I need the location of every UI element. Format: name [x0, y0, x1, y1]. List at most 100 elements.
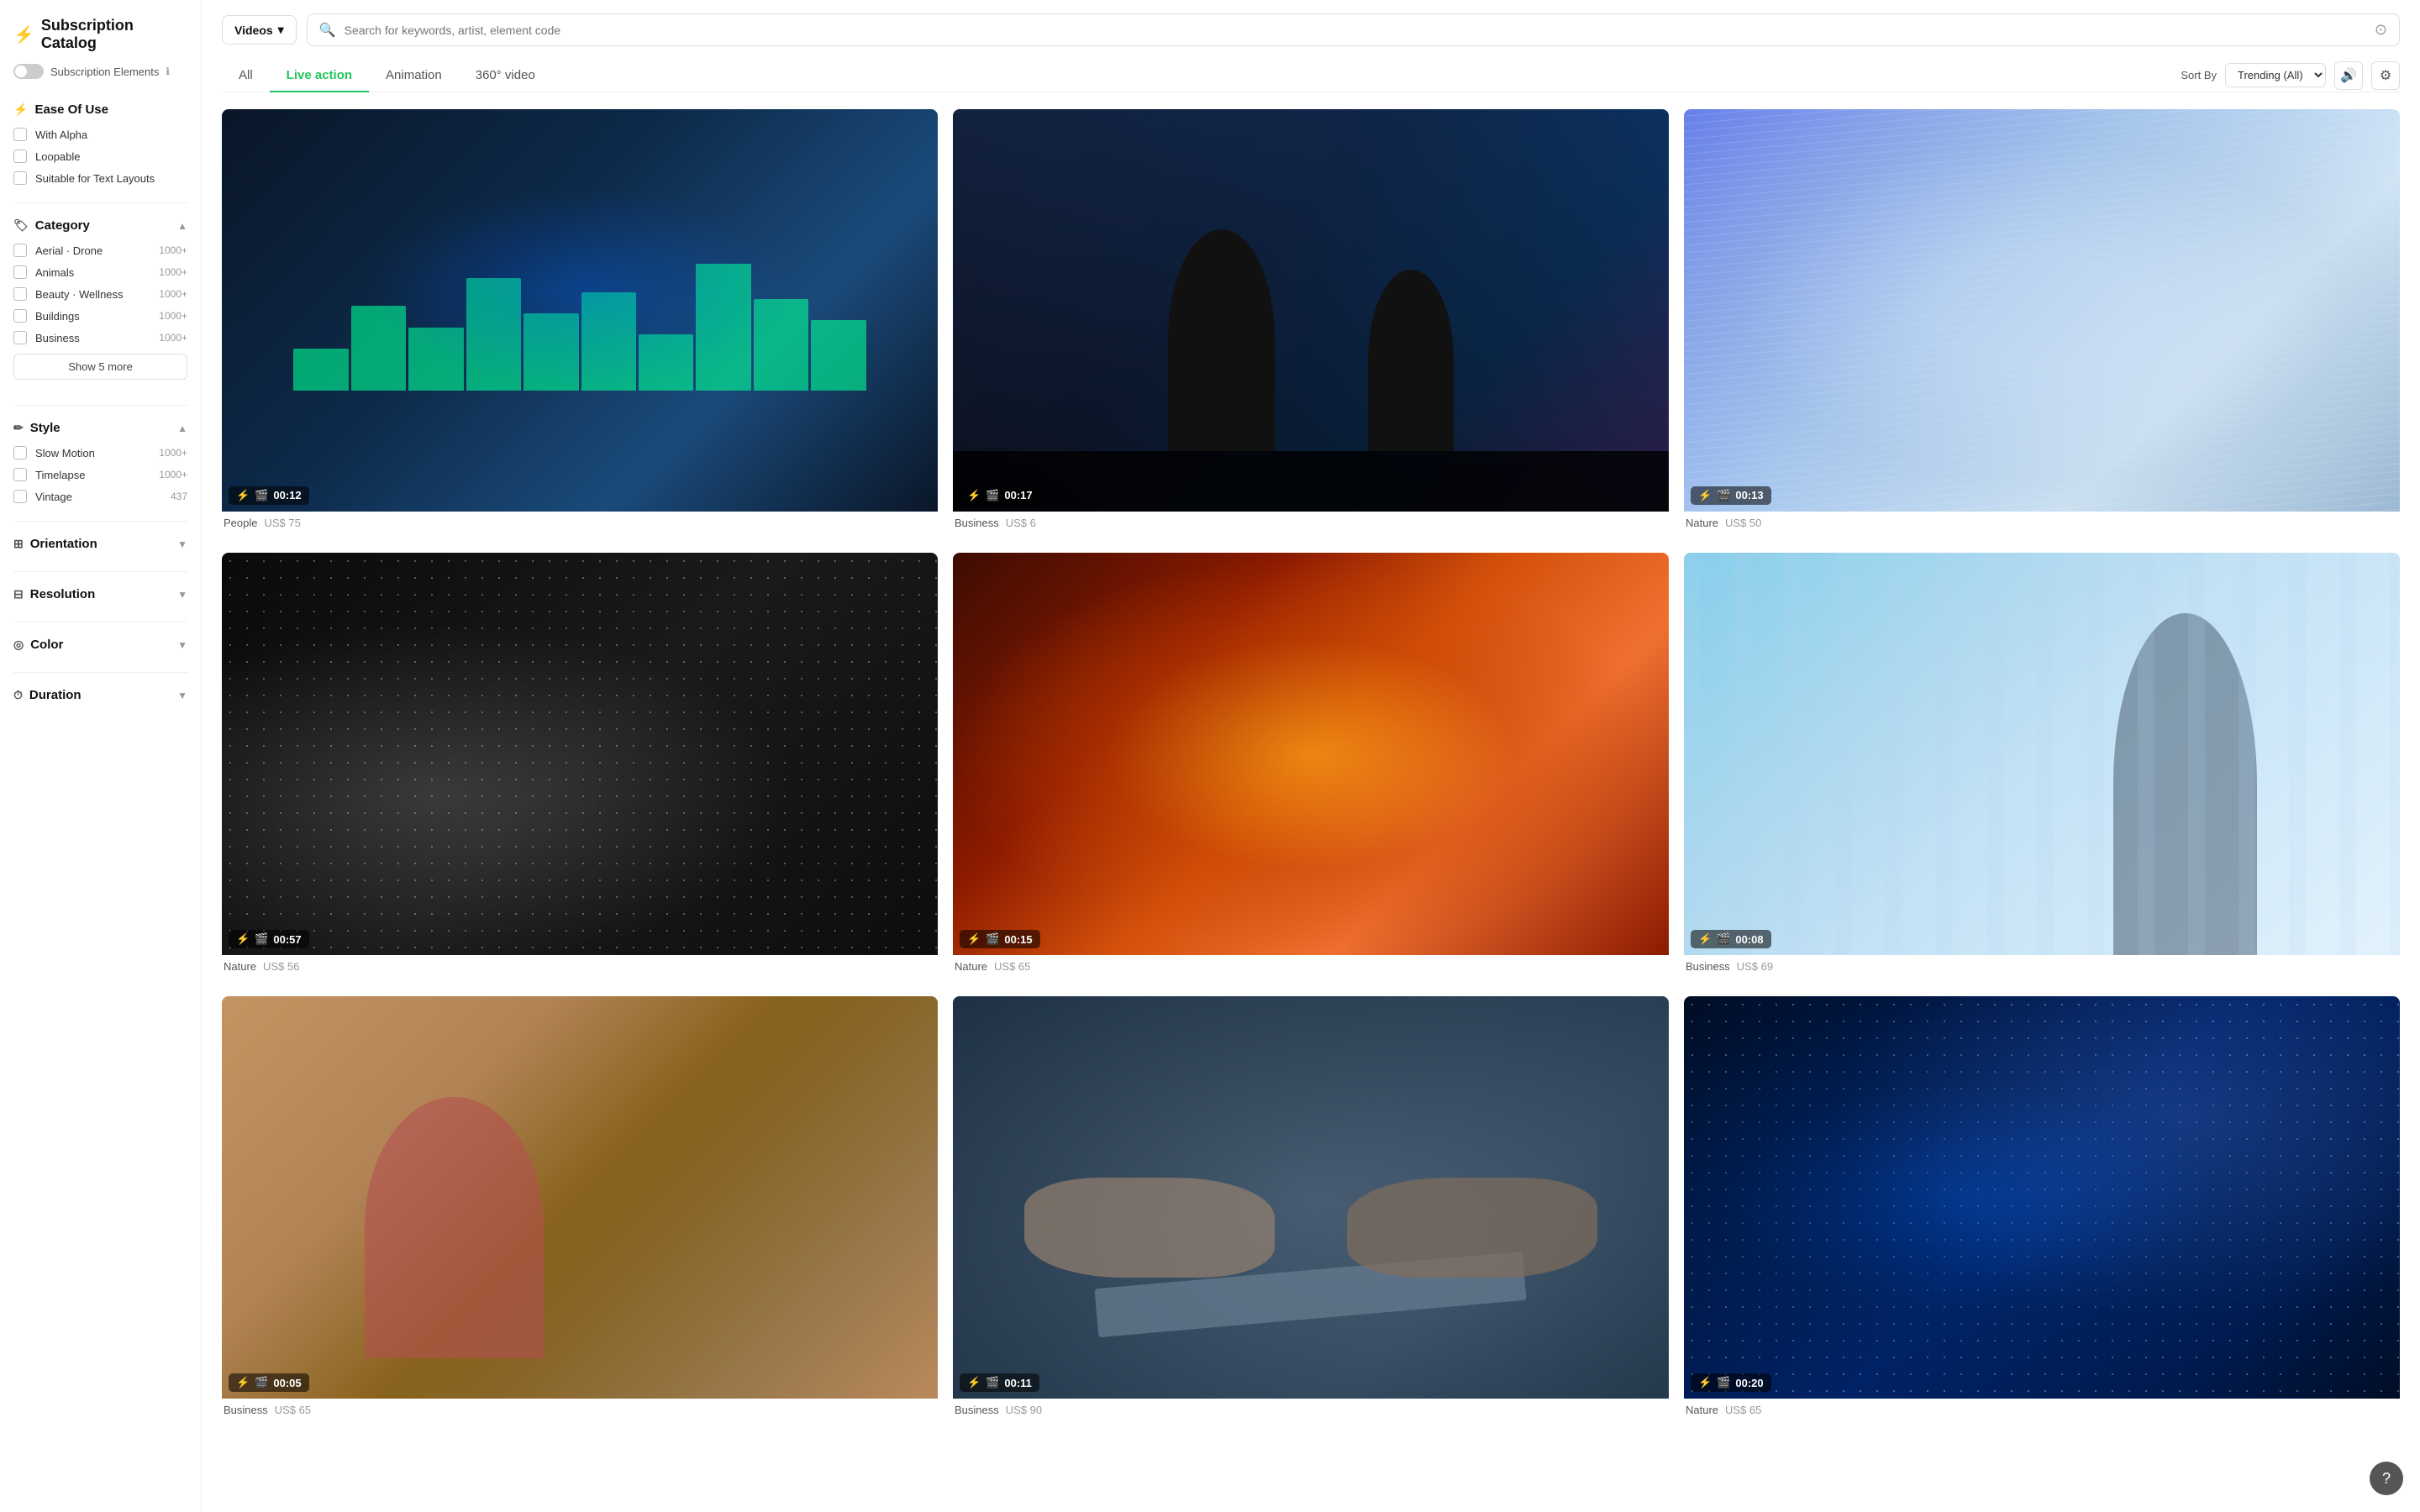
divider-2: [13, 405, 187, 406]
cam-icon-2: 🎬: [986, 489, 999, 502]
business-label: Business: [35, 332, 80, 344]
video-card-5[interactable]: ⚡ 🎬 00:15 Nature US$ 65: [953, 553, 1669, 981]
filter-timelapse[interactable]: Timelapse 1000+: [13, 464, 187, 486]
filter-buildings[interactable]: Buildings 1000+: [13, 305, 187, 327]
video-cat-4: Nature: [224, 960, 256, 973]
main-content: Videos ▾ 🔍 ⊙ All Live action Animation 3…: [202, 0, 2420, 1512]
video-cat-7: Business: [224, 1404, 268, 1416]
sidebar: ⚡ Subscription Catalog Subscription Elem…: [0, 0, 202, 1512]
sort-select[interactable]: Trending (All) Newest Popular: [2225, 63, 2326, 87]
style-icon: ✏: [13, 421, 24, 435]
timelapse-checkbox[interactable]: [13, 468, 27, 481]
video-overlay-5: ⚡ 🎬 00:15: [960, 930, 1040, 948]
category-header[interactable]: 🏷 Category ▲: [13, 212, 187, 239]
video-cat-5: Nature: [955, 960, 987, 973]
suitable-text-label: Suitable for Text Layouts: [35, 172, 155, 185]
vintage-count: 437: [171, 491, 187, 502]
sort-label: Sort By: [2181, 69, 2217, 81]
beauty-wellness-count: 1000+: [159, 288, 187, 300]
resolution-header[interactable]: ⊟ Resolution ▼: [13, 580, 187, 608]
video-info-4: Nature US$ 56: [222, 955, 938, 981]
color-section: ◎ Color ▼: [13, 631, 187, 659]
filter-beauty-wellness[interactable]: Beauty · Wellness 1000+: [13, 283, 187, 305]
bolt-icon-7: ⚡: [236, 1376, 250, 1389]
duration-label: Duration: [29, 688, 82, 702]
video-card-2[interactable]: ⚡ 🎬 00:17 Business US$ 6: [953, 109, 1669, 538]
tab-live-action[interactable]: Live action: [270, 60, 369, 92]
filter-loopable[interactable]: Loopable: [13, 145, 187, 167]
animals-checkbox[interactable]: [13, 265, 27, 279]
search-box[interactable]: 🔍 ⊙: [307, 13, 2400, 46]
audio-toggle-button[interactable]: 🔊: [2334, 61, 2363, 90]
category-section: 🏷 Category ▲ Aerial · Drone 1000+ Animal…: [13, 212, 187, 391]
loopable-checkbox[interactable]: [13, 150, 27, 163]
cam-icon-3: 🎬: [1717, 489, 1730, 502]
animals-count: 1000+: [159, 266, 187, 278]
filter-aerial-drone[interactable]: Aerial · Drone 1000+: [13, 239, 187, 261]
video-price-9: US$ 65: [1725, 1404, 1761, 1416]
duration-header[interactable]: ⏱ Duration ▼: [13, 681, 187, 709]
tab-all[interactable]: All: [222, 60, 270, 92]
video-info-1: People US$ 75: [222, 512, 938, 538]
tab-360-video[interactable]: 360° video: [459, 60, 552, 92]
video-card-8[interactable]: ⚡ 🎬 00:11 Business US$ 90: [953, 996, 1669, 1425]
beauty-wellness-label: Beauty · Wellness: [35, 288, 124, 301]
video-card-9[interactable]: ⚡ 🎬 00:20 Nature US$ 65: [1684, 996, 2400, 1425]
slow-motion-checkbox[interactable]: [13, 446, 27, 459]
filter-vintage[interactable]: Vintage 437: [13, 486, 187, 507]
subscription-toggle-switch[interactable]: [13, 64, 44, 79]
buildings-label: Buildings: [35, 310, 80, 323]
duration-section: ⏱ Duration ▼: [13, 681, 187, 709]
camera-icon[interactable]: ⊙: [2375, 21, 2387, 39]
video-card-4[interactable]: ⚡ 🎬 00:57 Nature US$ 56: [222, 553, 938, 981]
duration-1: 00:12: [273, 489, 301, 501]
search-input[interactable]: [345, 24, 2366, 37]
settings-button[interactable]: ⚙: [2371, 61, 2400, 90]
video-price-1: US$ 75: [264, 517, 300, 529]
filter-business[interactable]: Business 1000+: [13, 327, 187, 349]
vintage-checkbox[interactable]: [13, 490, 27, 503]
video-card-6[interactable]: ⚡ 🎬 00:08 Business US$ 69: [1684, 553, 2400, 981]
style-label: Style: [30, 421, 60, 435]
info-icon[interactable]: ℹ: [166, 66, 170, 77]
divider-4: [13, 571, 187, 572]
filter-with-alpha[interactable]: With Alpha: [13, 123, 187, 145]
color-header[interactable]: ◎ Color ▼: [13, 631, 187, 659]
video-price-6: US$ 69: [1737, 960, 1773, 973]
with-alpha-label: With Alpha: [35, 129, 87, 141]
slow-motion-label: Slow Motion: [35, 447, 95, 459]
ease-of-use-header[interactable]: ⚡ Ease Of Use: [13, 96, 187, 123]
buildings-checkbox[interactable]: [13, 309, 27, 323]
ease-of-use-label: Ease Of Use: [34, 102, 108, 117]
dropdown-arrow-icon: ▾: [278, 23, 284, 37]
bolt-icon-8: ⚡: [967, 1376, 981, 1389]
duration-2: 00:17: [1004, 489, 1032, 501]
videos-dropdown[interactable]: Videos ▾: [222, 15, 297, 45]
with-alpha-checkbox[interactable]: [13, 128, 27, 141]
beauty-wellness-checkbox[interactable]: [13, 287, 27, 301]
search-row: Videos ▾ 🔍 ⊙: [222, 13, 2400, 46]
video-card-3[interactable]: ⚡ 🎬 00:13 Nature US$ 50: [1684, 109, 2400, 538]
filter-suitable-text[interactable]: Suitable for Text Layouts: [13, 167, 187, 189]
video-cat-6: Business: [1686, 960, 1730, 973]
video-overlay-7: ⚡ 🎬 00:05: [229, 1373, 309, 1392]
resolution-chevron: ▼: [177, 589, 187, 601]
video-card-7[interactable]: ⚡ 🎬 00:05 Business US$ 65: [222, 996, 938, 1425]
style-header[interactable]: ✏ Style ▲: [13, 414, 187, 442]
cam-icon-4: 🎬: [255, 932, 268, 946]
orientation-header[interactable]: ⊞ Orientation ▼: [13, 530, 187, 558]
video-grid: ⚡ 🎬 00:12 People US$ 75 ⚡ 🎬 00:17: [202, 92, 2420, 1442]
show-more-button[interactable]: Show 5 more: [13, 354, 187, 380]
help-button[interactable]: ?: [2370, 1462, 2403, 1495]
cam-icon-5: 🎬: [986, 932, 999, 946]
filter-animals[interactable]: Animals 1000+: [13, 261, 187, 283]
video-overlay-6: ⚡ 🎬 00:08: [1691, 930, 1771, 948]
suitable-text-checkbox[interactable]: [13, 171, 27, 185]
tab-animation[interactable]: Animation: [369, 60, 459, 92]
tabs-row: All Live action Animation 360° video Sor…: [222, 60, 2400, 92]
aerial-drone-checkbox[interactable]: [13, 244, 27, 257]
duration-7: 00:05: [273, 1377, 301, 1389]
filter-slow-motion[interactable]: Slow Motion 1000+: [13, 442, 187, 464]
business-checkbox[interactable]: [13, 331, 27, 344]
video-card-1[interactable]: ⚡ 🎬 00:12 People US$ 75: [222, 109, 938, 538]
